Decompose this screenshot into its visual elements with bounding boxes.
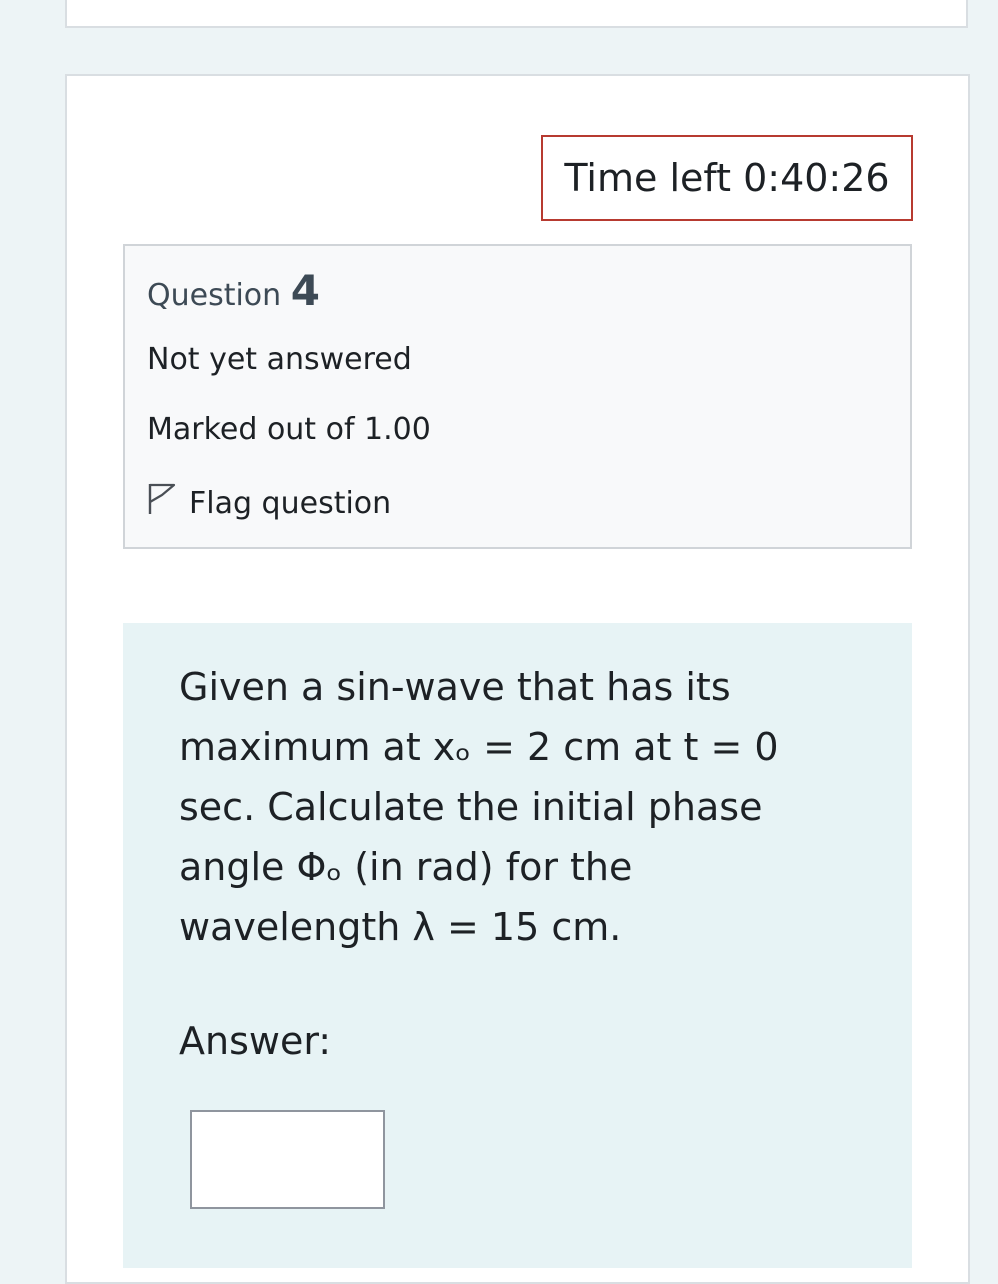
question-label: Question: [147, 278, 282, 313]
answer-label: Answer:: [179, 1019, 332, 1063]
question-text: Given a sin-wave that has its maximum at…: [179, 657, 839, 957]
question-text-line: sec. Calculate the initial phase: [179, 785, 763, 829]
timer-label: Time left 0:40:26: [564, 156, 890, 200]
question-text-line: angle Φₒ (in rad) for the: [179, 845, 633, 889]
answer-input[interactable]: [190, 1110, 385, 1209]
question-grade: Marked out of 1.00: [147, 412, 431, 447]
question-content: Given a sin-wave that has its maximum at…: [123, 623, 912, 1268]
question-number: Question 4: [147, 266, 320, 315]
question-text-line: wavelength λ = 15 cm.: [179, 905, 622, 949]
flag-question-link[interactable]: Flag question: [147, 482, 391, 524]
flag-icon: [147, 482, 177, 524]
flag-question-label: Flag question: [189, 485, 392, 521]
question-card: Time left 0:40:26 Question 4 Not yet ans…: [65, 74, 970, 1284]
question-text-line: maximum at xₒ = 2 cm at t = 0: [179, 725, 779, 769]
question-info-panel: Question 4 Not yet answered Marked out o…: [123, 244, 912, 549]
previous-question-card: [65, 0, 968, 28]
question-text-line: Given a sin-wave that has its: [179, 665, 731, 709]
question-state: Not yet answered: [147, 342, 412, 377]
quiz-timer: Time left 0:40:26: [541, 135, 913, 221]
question-number-value: 4: [290, 266, 320, 315]
